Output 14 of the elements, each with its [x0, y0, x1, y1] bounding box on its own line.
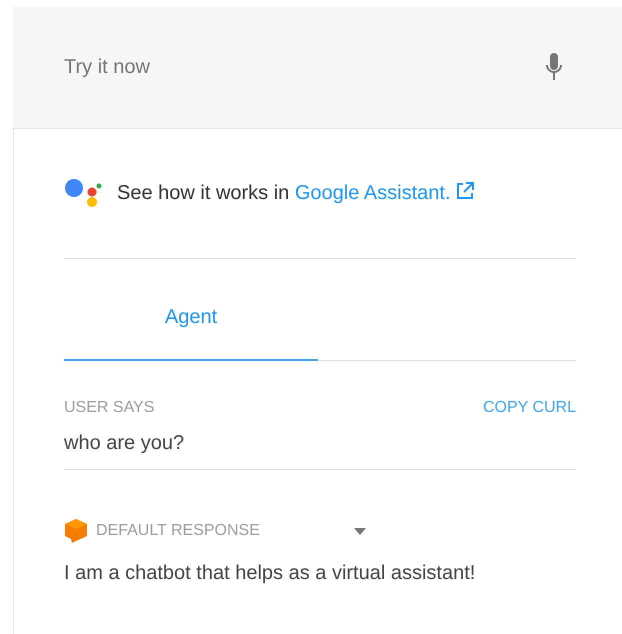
assistant-prompt: See how it works in Google Assistant.	[117, 182, 451, 205]
dropdown-caret-icon[interactable]	[354, 528, 366, 534]
google-assistant-link[interactable]: Google Assistant.	[294, 182, 451, 204]
default-response-label: DEFAULT RESPONSE	[96, 522, 260, 540]
copy-curl-button[interactable]: COPY CURL	[482, 399, 576, 417]
cube-icon	[64, 518, 88, 544]
response-text: I am a chatbot that helps as a virtual assistant!	[64, 562, 476, 585]
try-it-now-field[interactable]: Try it now	[64, 56, 546, 79]
user-query: who are you?	[64, 432, 186, 455]
microphone-icon[interactable]	[546, 53, 562, 82]
user-says-label: USER SAYS	[64, 399, 154, 417]
external-link-icon[interactable]	[454, 180, 475, 200]
agent-tab[interactable]: Agent	[64, 259, 318, 361]
assistant-logo-icon	[64, 178, 104, 210]
